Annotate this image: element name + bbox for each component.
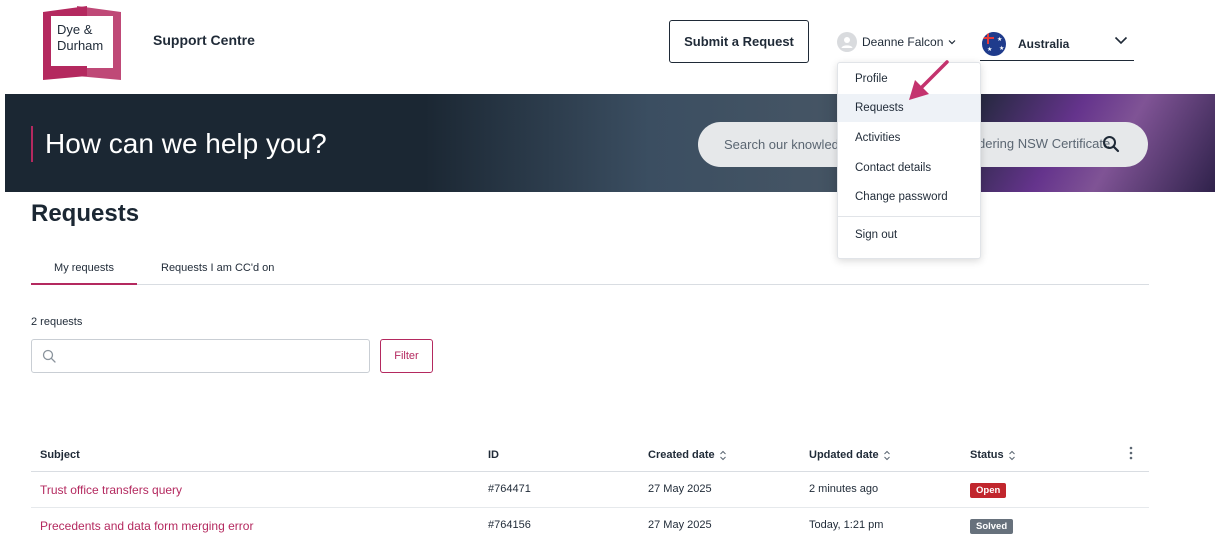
requests-table: Subject ID Created date Updated date Sta… [31, 438, 1149, 540]
menu-item-sign-out[interactable]: Sign out [838, 221, 980, 249]
request-tabs: My requests Requests I am CC'd on [31, 258, 1149, 285]
request-id: #764156 [488, 519, 531, 531]
status-badge: Solved [970, 519, 1014, 534]
avatar [837, 32, 857, 52]
request-subject-link[interactable]: Precedents and data form merging error [40, 519, 253, 533]
logo-line1: Dye & [57, 22, 93, 37]
column-id: ID [488, 449, 499, 461]
user-icon [841, 37, 853, 48]
tab-my-requests[interactable]: My requests [31, 262, 137, 285]
column-updated-date[interactable]: Updated date [809, 449, 891, 461]
page-title: Requests [31, 200, 140, 227]
support-centre-title: Support Centre [153, 32, 255, 48]
menu-item-change-password[interactable]: Change password [838, 183, 980, 211]
sort-icon [719, 450, 726, 460]
request-updated-date: Today, 1:21 pm [809, 519, 884, 531]
user-name: Deanne Falcon [862, 35, 944, 49]
country-name: Australia [1018, 36, 1070, 51]
australia-flag-icon: ★ ★ ★ [982, 31, 1006, 56]
request-created-date: 27 May 2025 [648, 519, 712, 531]
column-created-date[interactable]: Created date [648, 449, 727, 461]
column-subject: Subject [40, 449, 80, 461]
country-selector[interactable]: ★ ★ ★ Australia [980, 27, 1134, 61]
menu-divider [838, 216, 980, 217]
chevron-down-icon [1114, 36, 1128, 45]
column-status[interactable]: Status [970, 449, 1016, 461]
site-header: Dye & Durham Support Centre Submit a Req… [0, 0, 1215, 94]
request-subject-link[interactable]: Trust office transfers query [40, 483, 182, 497]
search-icon [42, 349, 56, 363]
pointer-arrow-icon [909, 60, 949, 100]
hero-banner: How can we help you? Search our knowled … [5, 94, 1215, 192]
submit-request-button[interactable]: Submit a Request [669, 20, 809, 63]
table-header: Subject ID Created date Updated date Sta… [31, 438, 1149, 472]
tab-cc-requests[interactable]: Requests I am CC'd on [161, 262, 274, 274]
request-updated-date: 2 minutes ago [809, 483, 879, 495]
menu-item-contact-details[interactable]: Contact details [838, 154, 980, 182]
user-menu-toggle[interactable]: Deanne Falcon [837, 31, 956, 53]
request-created-date: 27 May 2025 [648, 483, 712, 495]
column-options-kebab-icon[interactable] [1128, 445, 1134, 461]
search-placeholder-right: dering NSW Certificate [978, 136, 1111, 151]
logo-line2: Durham [57, 38, 103, 53]
request-search-input[interactable] [64, 344, 364, 368]
table-row: Precedents and data form merging error #… [31, 508, 1149, 540]
sort-icon [883, 450, 890, 460]
search-placeholder-left: Search our knowled [724, 137, 839, 152]
table-row: Trust office transfers query #764471 27 … [31, 472, 1149, 508]
request-id: #764471 [488, 483, 531, 495]
hero-title: How can we help you? [45, 128, 327, 159]
search-icon[interactable] [1102, 135, 1120, 153]
menu-item-activities[interactable]: Activities [838, 124, 980, 152]
hero-accent-bar [31, 126, 33, 162]
chevron-down-icon [948, 40, 956, 45]
filter-button[interactable]: Filter [380, 339, 433, 373]
sort-icon [1008, 450, 1015, 460]
request-count: 2 requests [31, 316, 83, 328]
status-badge: Open [970, 483, 1007, 498]
dye-durham-logo[interactable]: Dye & Durham [43, 6, 121, 80]
request-search-box [31, 339, 370, 373]
